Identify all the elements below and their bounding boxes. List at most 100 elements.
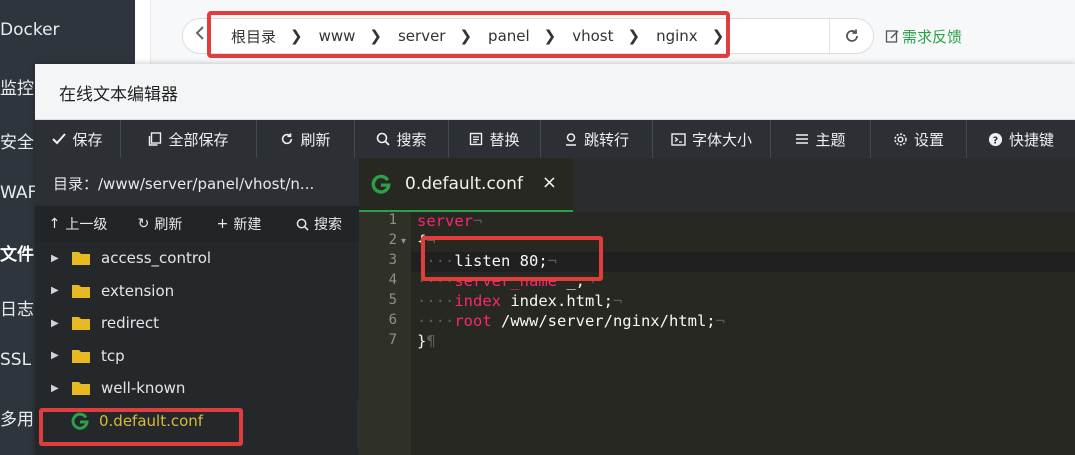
parent-dir-button[interactable]: ↑ 上一级: [35, 206, 121, 242]
font-size-button[interactable]: 字体大小: [653, 120, 771, 158]
nav-item-docker[interactable]: Docker: [0, 20, 60, 40]
tab-filename: 0.default.conf: [405, 174, 523, 194]
nav-item-logs[interactable]: 日志: [0, 295, 34, 320]
editor-toolbar: 保存 全部保存 刷新 搜索 替换 跳转行 字体大小 主题 设置 ? 快捷键: [35, 120, 1075, 158]
save-all-button[interactable]: 全部保存: [121, 120, 257, 158]
eol-marker: ¬: [473, 212, 483, 230]
nav-item-security[interactable]: 安全: [0, 128, 34, 153]
replace-label: 替换: [489, 130, 520, 149]
caret-right-icon: ▶: [51, 285, 59, 297]
editor-tab-default-conf[interactable]: 0.default.conf ×: [359, 158, 573, 212]
line-number: 5: [388, 292, 397, 308]
directory-path: 目录：/www/server/panel/vhost/n...: [53, 175, 315, 193]
screenshot-root: Docker 监控 安全 WAF 文件 日志 SSL 多用 根目录 ❯ www ❯ …: [0, 0, 1075, 455]
editor-title-bar: 在线文本编辑器: [35, 64, 1075, 120]
nav-item-ssl[interactable]: SSL: [0, 350, 31, 370]
line-number-gutter: 1 2 ▾ 3 4 5 6 7: [359, 212, 411, 455]
code-line-1: server¬: [417, 212, 482, 232]
refresh-label: 刷新: [300, 130, 331, 149]
code-text: }: [417, 332, 427, 350]
tree-folder-tcp[interactable]: ▶ tcp: [35, 340, 359, 373]
arrow-up-icon: ↑: [48, 216, 61, 232]
replace-icon: [470, 132, 483, 146]
fold-caret-icon[interactable]: ▾: [401, 236, 406, 247]
tree-refresh-label: 刷新: [154, 217, 183, 233]
theme-label: 主题: [815, 130, 846, 149]
font-size-label: 字体大小: [691, 130, 752, 149]
theme-button[interactable]: 主题: [771, 120, 871, 158]
tree-item-label: extension: [101, 281, 175, 300]
caret-right-icon: ▶: [51, 317, 59, 329]
tree-folder-access-control[interactable]: ▶ access_control: [35, 242, 359, 275]
tree-item-label: tcp: [101, 346, 125, 365]
directory-header: 目录：/www/server/panel/vhost/n...: [35, 158, 359, 206]
line-number: 7: [388, 332, 397, 348]
eol-marker: ¬: [612, 292, 623, 310]
check-icon: [52, 133, 67, 145]
editor-tab-bar: 0.default.conf ×: [359, 158, 1075, 212]
line-number: 2: [388, 232, 397, 248]
refresh-icon: [282, 133, 293, 145]
settings-button[interactable]: 设置: [871, 120, 967, 158]
tree-folder-redirect[interactable]: ▶ redirect: [35, 307, 359, 340]
caret-right-icon: ▶: [51, 382, 59, 394]
feedback-link[interactable]: 需求反馈: [885, 26, 962, 47]
tree-search-button[interactable]: 搜索: [279, 206, 359, 242]
refresh-icon: [845, 29, 858, 42]
nav-item-files[interactable]: 文件: [0, 240, 34, 265]
code-editor: 0.default.conf × 1 2 ▾ 3 4 5 6 7 server¬…: [359, 158, 1075, 455]
nginx-file-icon: [371, 174, 391, 194]
tree-folder-extension[interactable]: ▶ extension: [35, 275, 359, 308]
shortcut-button[interactable]: ? 快捷键: [967, 120, 1075, 158]
editor-title: 在线文本编辑器: [59, 85, 178, 105]
gear-icon: [894, 132, 907, 146]
code-value: /www/server/nginx/html;: [491, 312, 716, 330]
folder-icon: [72, 252, 90, 266]
search-icon: [377, 132, 391, 146]
nav-item-monitor[interactable]: 监控: [0, 74, 34, 99]
settings-label: 设置: [913, 130, 944, 149]
nav-item-waf[interactable]: WAF: [0, 183, 37, 203]
save-button[interactable]: 保存: [35, 120, 121, 158]
line-number: 3: [388, 252, 397, 268]
refresh-button[interactable]: 刷新: [257, 120, 355, 158]
indent-marker: ····: [417, 312, 455, 330]
tree-folder-well-known[interactable]: ▶ well-known: [35, 372, 359, 405]
new-file-label: 新建: [233, 217, 262, 233]
tree-item-label: access_control: [101, 249, 212, 268]
tree-search-label: 搜索: [314, 217, 342, 233]
highlight-box-code: [421, 236, 603, 281]
line-number: 1: [388, 212, 397, 228]
line-number: 6: [388, 312, 397, 328]
tree-refresh-button[interactable]: ↻ 刷新: [121, 206, 199, 242]
location-icon: [565, 133, 576, 146]
folder-icon: [72, 382, 90, 396]
code-keyword: server: [417, 212, 473, 230]
folder-icon: [72, 349, 90, 363]
nav-item-multiuser[interactable]: 多用: [0, 405, 34, 430]
search-button[interactable]: 搜索: [355, 120, 449, 158]
tree-item-label: redirect: [101, 314, 159, 333]
search-label: 搜索: [396, 130, 427, 149]
refresh-icon: ↻: [137, 216, 150, 232]
close-icon[interactable]: ×: [542, 172, 557, 193]
replace-button[interactable]: 替换: [449, 120, 541, 158]
caret-right-icon: ▶: [51, 252, 59, 264]
goto-line-button[interactable]: 跳转行: [541, 120, 653, 158]
refresh-path-button[interactable]: [829, 19, 873, 53]
menu-icon: [796, 134, 809, 144]
copy-icon: [149, 132, 162, 146]
code-value: index.html;: [501, 292, 613, 310]
save-label: 保存: [72, 130, 103, 149]
font-size-icon: [671, 132, 686, 146]
eof-marker: ¶: [426, 332, 436, 350]
tree-item-label: well-known: [101, 379, 186, 398]
code-line-5: ····index index.html;¬: [417, 292, 622, 312]
edit-icon: [885, 30, 899, 43]
new-file-button[interactable]: + 新建: [199, 206, 279, 242]
plus-icon: +: [216, 216, 229, 232]
parent-dir-label: 上一级: [65, 217, 108, 233]
indent-marker: ····: [417, 292, 455, 310]
goto-line-label: 跳转行: [583, 130, 629, 149]
folder-icon: [72, 284, 90, 298]
